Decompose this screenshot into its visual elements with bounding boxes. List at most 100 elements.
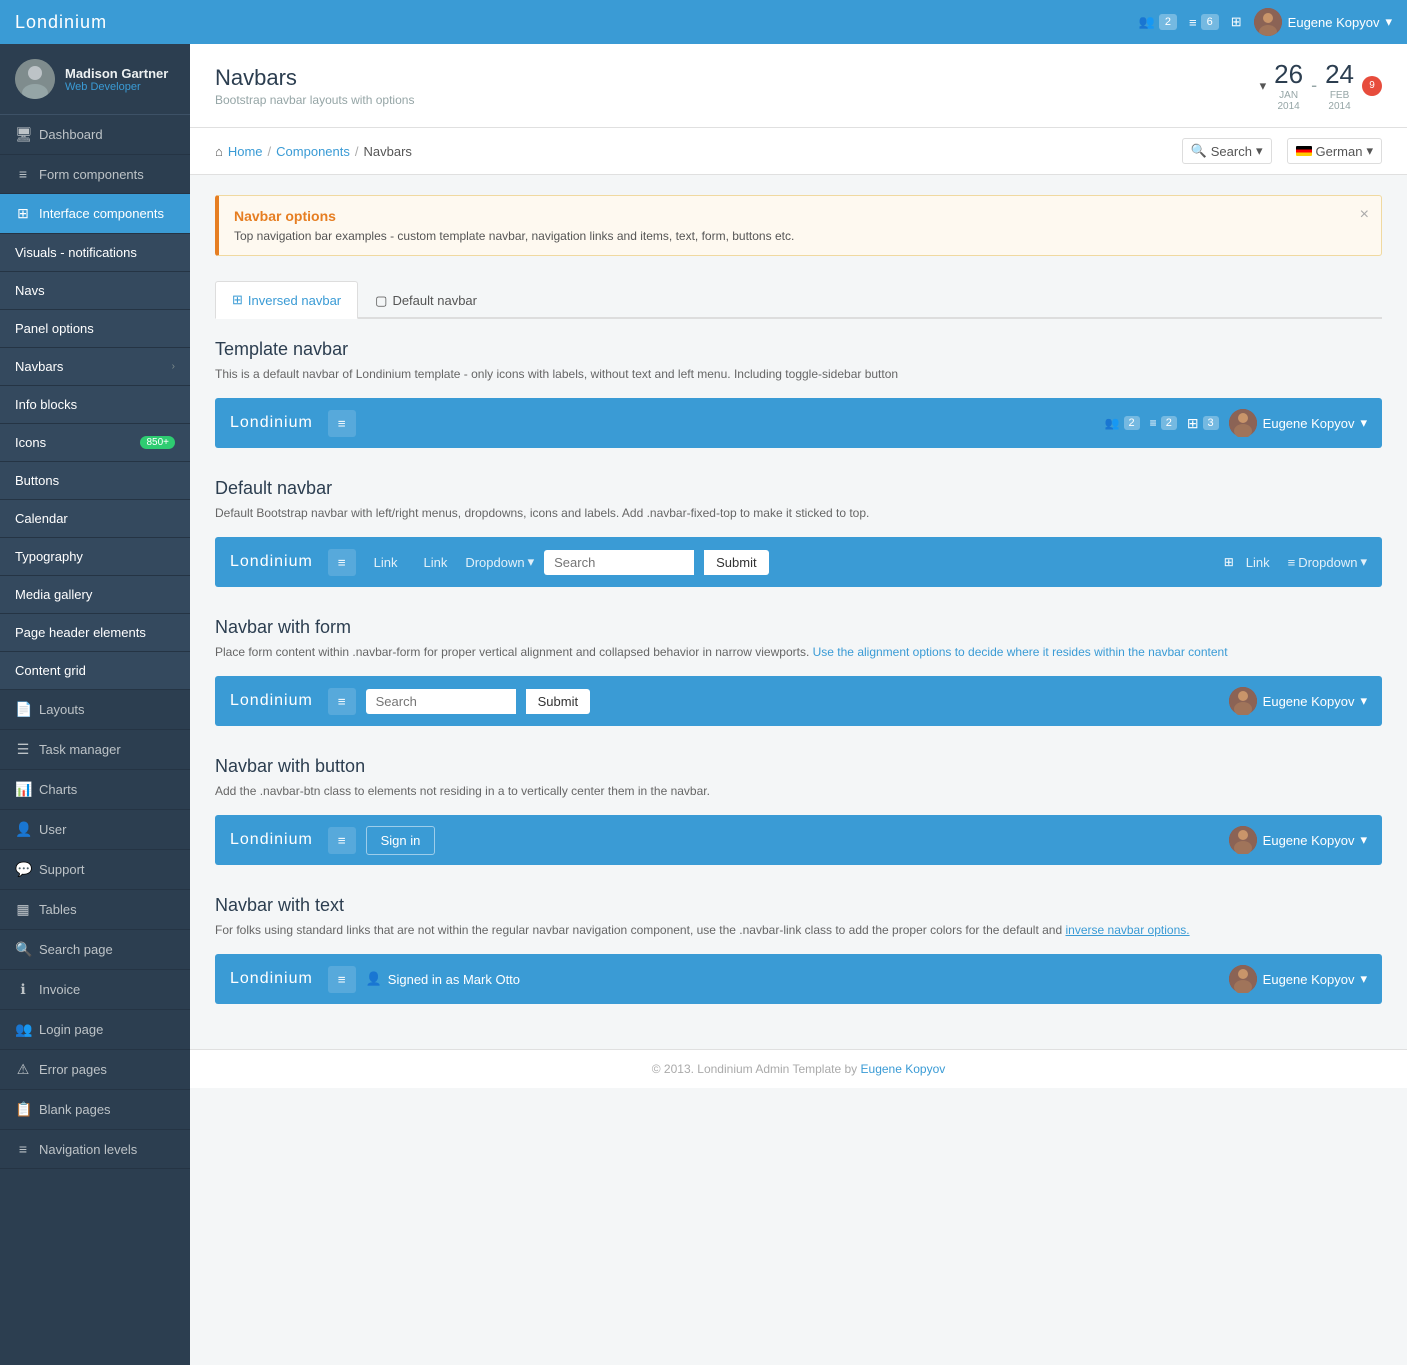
sidebar-item-info-blocks[interactable]: Info blocks [0,386,190,424]
sidebar-item-navs[interactable]: Navs [0,272,190,310]
brand-logo[interactable]: Londinium [15,12,1139,33]
sidebar-item-charts[interactable]: 📊 Charts [0,770,190,810]
nb-link2[interactable]: Link [415,555,455,570]
breadcrumb-bar: ⌂ Home / Components / Navbars 🔍 Search ▾… [190,128,1407,175]
tab-grid-icon: ⊞ [232,292,243,308]
nb-button-user[interactable]: Eugene Kopyov ▾ [1229,826,1367,854]
user-icon: 👤 [366,971,382,987]
sidebar-item-login[interactable]: 👥 Login page [0,1010,190,1050]
monitor-icon: 🖥 [15,126,31,143]
search-label: Search [1211,144,1252,159]
sidebar-item-content-grid[interactable]: Content grid [0,652,190,690]
nb-grid-link-icon: ⊞ [1224,555,1234,569]
sidebar-item-error[interactable]: ⚠ Error pages [0,1050,190,1090]
grid-icon: ⊞ [15,205,31,222]
persons-badge[interactable]: 👥 2 [1139,14,1177,30]
nb-link1[interactable]: Link [366,555,406,570]
sidebar-item-support[interactable]: 💬 Support [0,850,190,890]
default-navbar-demo: Londinium ≡ Link Link Dropdown ▾ Submit … [215,537,1382,587]
nb-form-user[interactable]: Eugene Kopyov ▾ [1229,687,1367,715]
sidebar-item-label: Login page [39,1022,103,1037]
user-name: Eugene Kopyov [1288,15,1380,30]
sidebar-item-dashboard[interactable]: 🖥 Dashboard [0,115,190,155]
nb-toggle-button[interactable]: ≡ [328,966,356,993]
sidebar-item-invoice[interactable]: ℹ Invoice [0,970,190,1010]
sidebar-item-task-manager[interactable]: ☰ Task manager [0,730,190,770]
sidebar-item-typography[interactable]: Typography [0,538,190,576]
nb-sign-in-button[interactable]: Sign in [366,826,436,855]
search-page-icon: 🔍 [15,941,31,958]
section-button-navbar: Navbar with button Add the .navbar-btn c… [215,756,1382,865]
sidebar-user-role: Web Developer [65,81,168,93]
sidebar-item-interface-components[interactable]: ⊞ Interface components [0,194,190,234]
breadcrumb-home[interactable]: Home [228,144,263,159]
nb-brand: Londinium [230,831,313,849]
nb-form-submit-button[interactable]: Submit [526,689,590,714]
nb-list[interactable]: ≡ 2 [1150,416,1177,430]
nb-brand: Londinium [230,414,313,432]
nb-dropdown1[interactable]: Dropdown ▾ [465,554,534,570]
sidebar-item-layouts[interactable]: 📄 Layouts [0,690,190,730]
nb-persons[interactable]: 👥 2 [1105,416,1140,430]
language-button[interactable]: German ▾ [1287,138,1383,164]
sidebar-item-tables[interactable]: ▦ Tables [0,890,190,930]
sidebar-item-search-page[interactable]: 🔍 Search page [0,930,190,970]
persons-icon: 👥 [1139,14,1155,30]
tab-inversed-navbar[interactable]: ⊞ Inversed navbar [215,281,358,319]
chart-icon: 📊 [15,781,31,798]
tab-default-navbar[interactable]: ▢ Default navbar [358,281,494,319]
tab-default-icon: ▢ [375,293,387,309]
notification-badge: 9 [1362,76,1382,96]
sidebar-item-navbars[interactable]: Navbars › [0,348,190,386]
breadcrumb-sep1: / [268,144,272,159]
login-icon: 👥 [15,1021,31,1038]
nb-grid[interactable]: ⊞ 3 [1187,415,1219,432]
file-icon: 📄 [15,701,31,718]
list-badge[interactable]: ≡ 6 [1189,14,1219,30]
alert-close-button[interactable]: × [1360,206,1369,224]
nb-submit-button[interactable]: Submit [704,550,768,575]
nb-toggle-button[interactable]: ≡ [328,549,356,576]
nb-dropdown2[interactable]: ≡ Dropdown ▾ [1288,554,1367,570]
list-icon: ≡ [1189,15,1197,30]
sidebar-item-buttons[interactable]: Buttons [0,462,190,500]
nb-user[interactable]: Eugene Kopyov ▾ [1229,409,1367,437]
nb-toggle-button[interactable]: ≡ [328,688,356,715]
nb-toggle-button[interactable]: ≡ [328,827,356,854]
nb-text-user[interactable]: Eugene Kopyov ▾ [1229,965,1367,993]
nb-list-icon: ≡ [1288,555,1296,570]
search-button[interactable]: 🔍 Search ▾ [1182,138,1272,164]
sidebar-item-visuals[interactable]: Visuals - notifications [0,234,190,272]
nb-grid-link[interactable]: ⊞ Link [1224,555,1278,570]
nb-search-input[interactable] [544,550,694,575]
user-menu[interactable]: Eugene Kopyov ▾ [1254,8,1392,36]
nb-user-dropdown: ▾ [1360,693,1367,709]
main-content: ⊞ Inversed navbar ▢ Default navbar Templ… [190,266,1407,1049]
page-header: Navbars Bootstrap navbar layouts with op… [190,44,1407,128]
breadcrumb-components[interactable]: Components [276,144,350,159]
sidebar-item-icons[interactable]: Icons 850+ [0,424,190,462]
nb-toggle-button[interactable]: ≡ [328,410,356,437]
sidebar-item-nav-levels[interactable]: ≡ Navigation levels [0,1130,190,1169]
sidebar-avatar [15,59,55,99]
sidebar-item-user[interactable]: 👤 User [0,810,190,850]
button-navbar-desc: Add the .navbar-btn class to elements no… [215,782,1382,800]
sidebar-item-form-components[interactable]: ≡ Form components [0,155,190,194]
sidebar-item-page-header[interactable]: Page header elements [0,614,190,652]
nb-form-search-input[interactable] [366,689,516,714]
grid-badge[interactable]: ⊞ [1231,14,1242,30]
footer-author-link[interactable]: Eugene Kopyov [861,1062,946,1076]
nb-signed-in-label: Signed in as Mark Otto [388,972,520,987]
sidebar-item-panel[interactable]: Panel options [0,310,190,348]
nb-username: Eugene Kopyov [1263,972,1355,987]
sidebar-item-media[interactable]: Media gallery [0,576,190,614]
inverse-link[interactable]: inverse navbar options. [1066,923,1190,937]
home-icon: ⌂ [215,144,223,159]
breadcrumb-current: Navbars [364,144,412,159]
section-text-navbar: Navbar with text For folks using standar… [215,895,1382,1004]
user-dropdown-icon: ▾ [1385,14,1392,30]
sidebar-item-blank[interactable]: 📋 Blank pages [0,1090,190,1130]
sidebar-item-calendar[interactable]: Calendar [0,500,190,538]
form-icon: ≡ [15,166,31,182]
persons-count: 2 [1159,14,1177,30]
